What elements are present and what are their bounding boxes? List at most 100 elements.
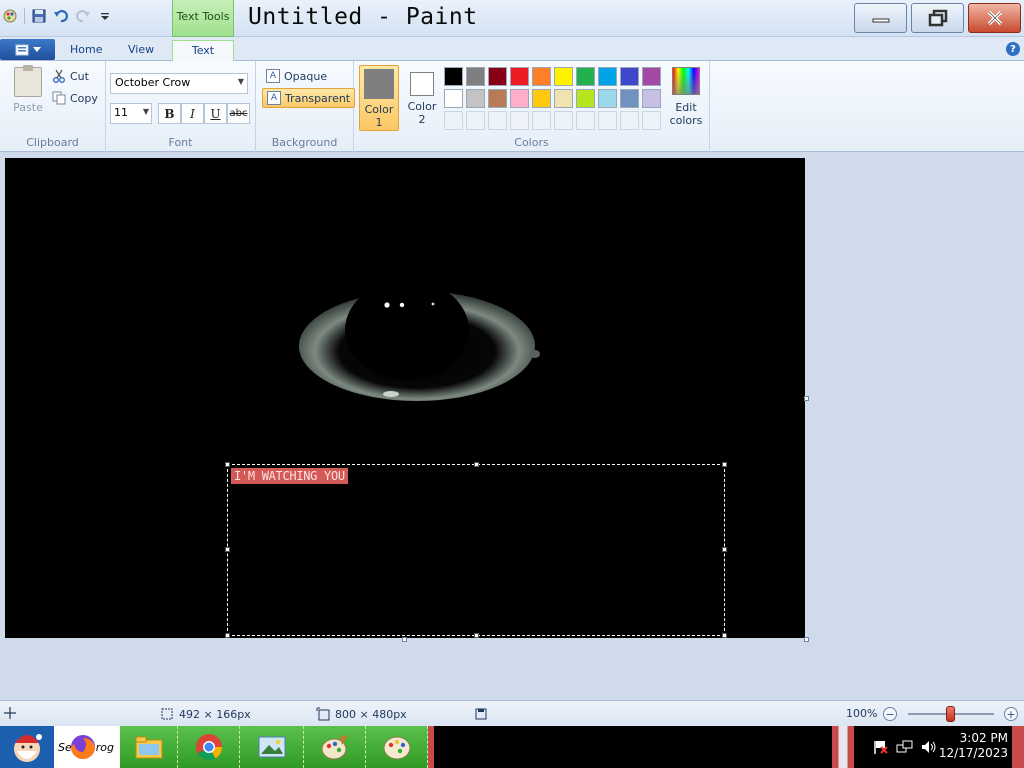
palette-swatch-2-9[interactable] (620, 89, 639, 108)
start-button[interactable] (0, 726, 54, 768)
eye-image (299, 280, 540, 401)
network-icon[interactable] (896, 739, 914, 758)
cut-button[interactable]: Cut (52, 69, 89, 83)
minimize-button[interactable] (854, 3, 907, 33)
tab-view[interactable]: View (116, 40, 166, 61)
taskbar-paint-app[interactable] (304, 726, 366, 768)
strikethrough-button[interactable]: abc (227, 103, 250, 124)
canvas-resize-handle-bottom[interactable] (402, 637, 407, 642)
color-spectrum-icon (672, 67, 700, 95)
underline-button[interactable]: U (204, 103, 227, 124)
resize-handle-right[interactable] (722, 547, 727, 552)
copy-icon (52, 91, 66, 105)
palette-swatch-2-10[interactable] (642, 89, 661, 108)
color1-button[interactable]: Color 1 (359, 65, 399, 131)
palette-swatch-custom-2[interactable] (466, 111, 485, 130)
paste-button[interactable]: Paste (8, 65, 48, 114)
palette-swatch-custom-4[interactable] (510, 111, 529, 130)
resize-handle-top-right[interactable] (722, 462, 727, 467)
copy-button[interactable]: Copy (52, 91, 98, 105)
text-box-selection[interactable]: I'M WATCHING YOU (225, 462, 727, 638)
palette-swatch-2-8[interactable] (598, 89, 617, 108)
palette-swatch-1-6[interactable] (554, 67, 573, 86)
show-hidden-icons-button[interactable] (832, 726, 854, 768)
canvas-resize-handle-corner[interactable] (804, 637, 809, 642)
volume-icon[interactable] (920, 739, 938, 758)
palette-swatch-1-3[interactable] (488, 67, 507, 86)
color2-label-line2: 2 (418, 113, 426, 126)
resize-handle-left[interactable] (225, 547, 230, 552)
resize-handle-bottom-right[interactable] (722, 633, 727, 638)
restore-button[interactable] (911, 3, 964, 33)
italic-button[interactable]: I (181, 103, 204, 124)
palette-swatch-1-9[interactable] (620, 67, 639, 86)
palette-swatch-custom-6[interactable] (554, 111, 573, 130)
palette-swatch-1-10[interactable] (642, 67, 661, 86)
clock[interactable]: 3:02 PM 12/17/2023 (939, 731, 1008, 761)
paint-app-icon[interactable] (2, 8, 18, 24)
help-icon[interactable]: ? (1006, 42, 1020, 56)
taskbar-firefox[interactable]: Se rog (54, 726, 120, 768)
palette-swatch-custom-5[interactable] (532, 111, 551, 130)
edit-colors-label-line1: Edit (675, 101, 697, 114)
save-icon[interactable] (31, 8, 47, 24)
selection-size: 492 × 166px (160, 707, 251, 721)
drawing-canvas[interactable]: I'M WATCHING YOU (5, 158, 805, 638)
font-family-select[interactable]: October Crow ▼ (110, 73, 248, 94)
palette-swatch-1-5[interactable] (532, 67, 551, 86)
zoom-out-button[interactable]: − (883, 707, 897, 721)
palette-swatch-1-8[interactable] (598, 67, 617, 86)
zoom-slider-thumb[interactable] (946, 706, 955, 722)
taskbar-chrome[interactable] (178, 726, 240, 768)
minimize-icon (872, 18, 889, 23)
palette-swatch-1-1[interactable] (444, 67, 463, 86)
plus-icon: + (1006, 707, 1016, 721)
taskbar-paint-app-2[interactable] (366, 726, 428, 768)
edit-colors-button[interactable]: Edit colors (666, 67, 706, 127)
palette-swatch-2-5[interactable] (532, 89, 551, 108)
tab-home[interactable]: Home (58, 40, 114, 61)
clock-date: 12/17/2023 (938, 746, 1008, 760)
palette-swatch-2-2[interactable] (466, 89, 485, 108)
canvas-resize-handle-right[interactable] (804, 396, 809, 401)
redo-icon[interactable] (75, 8, 91, 24)
palette-swatch-custom-10[interactable] (642, 111, 661, 130)
resize-handle-top-left[interactable] (225, 462, 230, 467)
resize-handle-bottom-left[interactable] (225, 633, 230, 638)
close-button[interactable] (968, 3, 1021, 33)
clipboard-group: Paste Cut Copy Clipboard (0, 61, 106, 152)
transparent-label: Transparent (285, 91, 351, 105)
palette-swatch-2-1[interactable] (444, 89, 463, 108)
palette-swatch-2-3[interactable] (488, 89, 507, 108)
palette-swatch-1-7[interactable] (576, 67, 595, 86)
palette-swatch-2-6[interactable] (554, 89, 573, 108)
action-center-flag-icon[interactable] (872, 739, 888, 758)
palette-swatch-1-2[interactable] (466, 67, 485, 86)
palette-swatch-custom-8[interactable] (598, 111, 617, 130)
bold-button[interactable]: B (158, 103, 181, 124)
resize-handle-bottom[interactable] (474, 633, 479, 638)
palette-swatch-2-4[interactable] (510, 89, 529, 108)
taskbar-file-explorer[interactable] (120, 726, 178, 768)
canvas-text[interactable]: I'M WATCHING YOU (231, 468, 348, 484)
color-palette (444, 67, 661, 130)
palette-swatch-custom-9[interactable] (620, 111, 639, 130)
taskbar-photos[interactable] (240, 726, 304, 768)
opaque-button[interactable]: A Opaque (262, 66, 331, 86)
paint-menu-button[interactable] (0, 39, 55, 60)
canvas-work-area[interactable]: I'M WATCHING YOU (0, 152, 1024, 700)
transparent-button[interactable]: A Transparent (262, 88, 356, 108)
zoom-in-button[interactable]: + (1004, 707, 1018, 721)
palette-swatch-2-7[interactable] (576, 89, 595, 108)
font-size-select[interactable]: 11 ▼ (110, 103, 152, 124)
show-desktop-button[interactable] (1012, 726, 1024, 768)
undo-icon[interactable] (53, 8, 69, 24)
palette-swatch-custom-1[interactable] (444, 111, 463, 130)
palette-swatch-1-4[interactable] (510, 67, 529, 86)
color2-button[interactable]: Color 2 (402, 65, 442, 131)
palette-swatch-custom-7[interactable] (576, 111, 595, 130)
customize-qat-dropdown-icon[interactable] (97, 8, 113, 24)
tab-text[interactable]: Text (172, 40, 234, 61)
resize-handle-top[interactable] (474, 462, 479, 467)
palette-swatch-custom-3[interactable] (488, 111, 507, 130)
